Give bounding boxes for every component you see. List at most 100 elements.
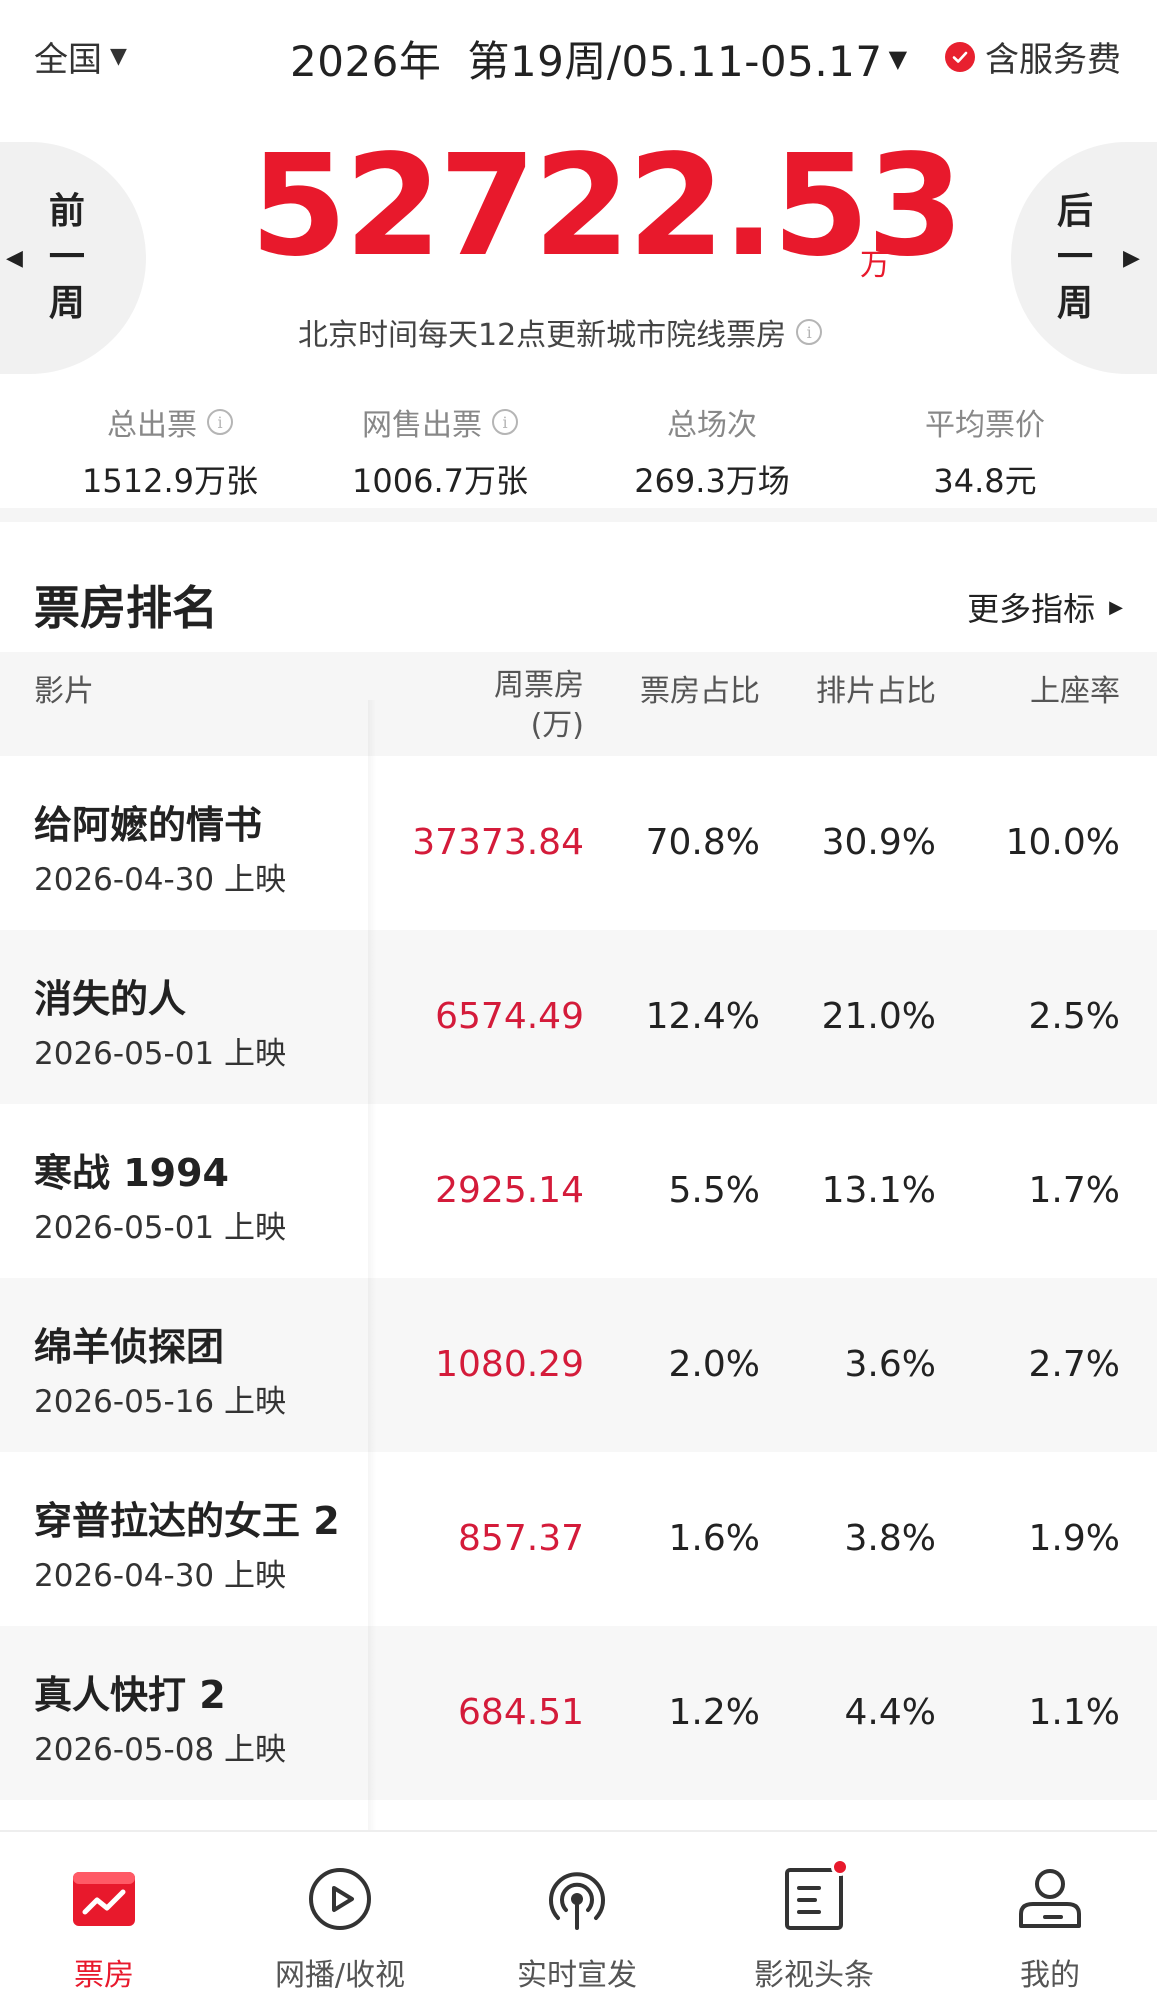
service-fee-toggle[interactable]: 含服务费 (945, 32, 1121, 81)
film-name: 绵羊侦探团 (34, 1325, 225, 1369)
info-icon[interactable]: i (796, 319, 823, 345)
weekly-box-value: 2925.14 (435, 1170, 584, 1211)
film-name: 穿普拉达的女王 2 (34, 1499, 340, 1543)
update-note-text: 北京时间每天12点更新城市院线票房 (298, 318, 787, 353)
caret-right-icon: ▶ (1123, 245, 1140, 271)
tab-streaming-ratings[interactable]: 网播/收视 (240, 1862, 440, 1994)
column-header-weekly-box[interactable]: 周票房 (万) (460, 666, 584, 746)
caret-left-icon: ◀ (6, 245, 23, 271)
table-row[interactable]: 穿普拉达的女王 2 2026-04-30 上映 857.37 1.6% 3.8%… (0, 1452, 1157, 1626)
tab-label: 票房 (74, 1958, 134, 1993)
info-icon[interactable]: i (207, 409, 233, 435)
column-header-box-share[interactable]: 票房占比 (620, 666, 760, 710)
table-row[interactable]: 真人快打 2 2026-05-08 上映 684.51 1.2% 4.4% 1.… (0, 1626, 1157, 1800)
schedule-share-value: 21.0% (821, 996, 936, 1037)
prev-week-button[interactable]: ◀ 前 一 周 (0, 142, 146, 374)
region-selector[interactable]: 全国 ▼ (34, 32, 127, 81)
tab-box-office[interactable]: 票房 (4, 1862, 204, 1994)
stats-row: 总出票 i 1512.9万张 网售出票 i 1006.7万张 总场次 269.3… (0, 400, 1157, 505)
release-date: 2026-04-30 上映 (34, 862, 287, 898)
stat-label-text: 总场次 (667, 408, 757, 443)
caret-down-icon: ▼ (888, 44, 908, 73)
tab-label: 网播/收视 (274, 1958, 406, 1993)
schedule-share-value: 4.4% (844, 1692, 936, 1733)
prev-week-label: 前 一 周 (47, 189, 87, 327)
occupancy-value: 1.9% (1028, 1518, 1120, 1559)
tab-live-promotion[interactable]: 实时宣发 (477, 1862, 677, 1994)
top-bar: 全国 ▼ 2026年 第19周/05.11-05.17 ▼ 含服务费 (0, 0, 1157, 112)
release-date: 2026-05-01 上映 (34, 1210, 287, 1246)
tab-label: 实时宣发 (517, 1958, 637, 1993)
tab-profile[interactable]: 我的 (950, 1862, 1150, 1994)
occupancy-value: 2.5% (1028, 996, 1120, 1037)
box-office-chart-icon (67, 1862, 141, 1936)
table-row[interactable]: 给阿嬷的情书 2026-04-30 上映 37373.84 70.8% 30.9… (0, 756, 1157, 930)
column-header-weekly-box-unit: (万) (530, 708, 584, 743)
stat-value: 269.3万场 (634, 462, 790, 500)
stat-total-tickets: 总出票 i 1512.9万张 (40, 400, 300, 502)
next-week-label: 后 一 周 (1055, 189, 1095, 327)
table-row[interactable]: 绵羊侦探团 2026-05-16 上映 1080.29 2.0% 3.6% 2.… (0, 1278, 1157, 1452)
stat-label-text: 总出票 (107, 408, 197, 443)
update-note: 北京时间每天12点更新城市院线票房 i (298, 310, 823, 354)
release-date: 2026-04-30 上映 (34, 1558, 287, 1594)
ranking-title: 票房排名 (34, 581, 218, 635)
stat-label-text: 网售出票 (362, 408, 482, 443)
next-week-button[interactable]: 后 一 周 ▶ (1011, 142, 1157, 374)
sticky-column-shadow (368, 700, 376, 1830)
box-share-value: 1.2% (668, 1692, 760, 1733)
stat-online-tickets: 网售出票 i 1006.7万张 (310, 400, 570, 502)
more-metrics-button[interactable]: 更多指标 ▶ (967, 584, 1123, 630)
tab-headlines[interactable]: 影视头条 (714, 1858, 914, 1994)
prev-week-char: 一 (48, 237, 85, 278)
box-share-value: 12.4% (645, 996, 760, 1037)
bottom-nav: 票房 网播/收视 实时宣发 影视头条 我的 (0, 1830, 1157, 2010)
next-week-char: 一 (1056, 237, 1093, 278)
section-divider (0, 508, 1157, 522)
play-circle-icon (303, 1862, 377, 1936)
next-week-char: 后 (1056, 191, 1093, 232)
info-icon[interactable]: i (492, 409, 518, 435)
stat-total-shows: 总场次 269.3万场 (582, 400, 842, 502)
region-label: 全国 (34, 40, 102, 80)
stat-label-text: 平均票价 (925, 408, 1045, 443)
weekly-box-value: 1080.29 (435, 1344, 584, 1385)
occupancy-value: 1.1% (1028, 1692, 1120, 1733)
checkmark-icon (945, 41, 975, 72)
film-name: 给阿嬷的情书 (34, 803, 263, 847)
week-label: 第19周/05.11-05.17 (467, 37, 883, 86)
film-name: 真人快打 2 (34, 1673, 226, 1717)
column-header-occupancy[interactable]: 上座率 (960, 666, 1120, 710)
table-row[interactable]: 消失的人 2026-05-01 上映 6574.49 12.4% 21.0% 2… (0, 930, 1157, 1104)
table-header: 影片 周票房 (万) 票房占比 排片占比 上座率 (0, 652, 1157, 756)
box-share-value: 2.0% (668, 1344, 760, 1385)
schedule-share-value: 3.8% (844, 1518, 936, 1559)
stat-value: 34.8元 (933, 462, 1037, 500)
user-profile-icon (1013, 1862, 1087, 1936)
service-fee-label: 含服务费 (985, 40, 1121, 80)
prev-week-char: 前 (48, 191, 85, 232)
release-date: 2026-05-16 上映 (34, 1384, 287, 1420)
stat-avg-price: 平均票价 34.8元 (855, 400, 1115, 502)
stat-label: 平均票价 (855, 400, 1115, 444)
weekly-box-value: 37373.84 (412, 822, 584, 863)
occupancy-value: 2.7% (1028, 1344, 1120, 1385)
occupancy-value: 10.0% (1005, 822, 1120, 863)
total-box-office-unit: 万 (860, 248, 890, 283)
news-document-icon (777, 1858, 851, 1936)
film-name: 消失的人 (34, 977, 187, 1021)
ranking-table: 给阿嬷的情书 2026-04-30 上映 37373.84 70.8% 30.9… (0, 756, 1157, 1800)
table-row[interactable]: 寒战 1994 2026-05-01 上映 2925.14 5.5% 13.1%… (0, 1104, 1157, 1278)
box-share-value: 1.6% (668, 1518, 760, 1559)
box-office-summary: ◀ 前 一 周 52722.53 万 北京时间每天12点更新城市院线票房 i 后… (0, 130, 1157, 380)
stat-label: 总出票 i (40, 400, 300, 444)
tab-label: 影视头条 (754, 1958, 874, 1993)
week-selector[interactable]: 2026年 第19周/05.11-05.17 ▼ (290, 28, 908, 89)
caret-down-icon: ▼ (110, 44, 127, 69)
column-header-schedule-share[interactable]: 排片占比 (790, 666, 936, 710)
stat-value: 1512.9万张 (82, 462, 258, 500)
broadcast-icon (540, 1862, 614, 1936)
schedule-share-value: 3.6% (844, 1344, 936, 1385)
release-date: 2026-05-01 上映 (34, 1036, 287, 1072)
next-week-char: 周 (1056, 283, 1093, 324)
